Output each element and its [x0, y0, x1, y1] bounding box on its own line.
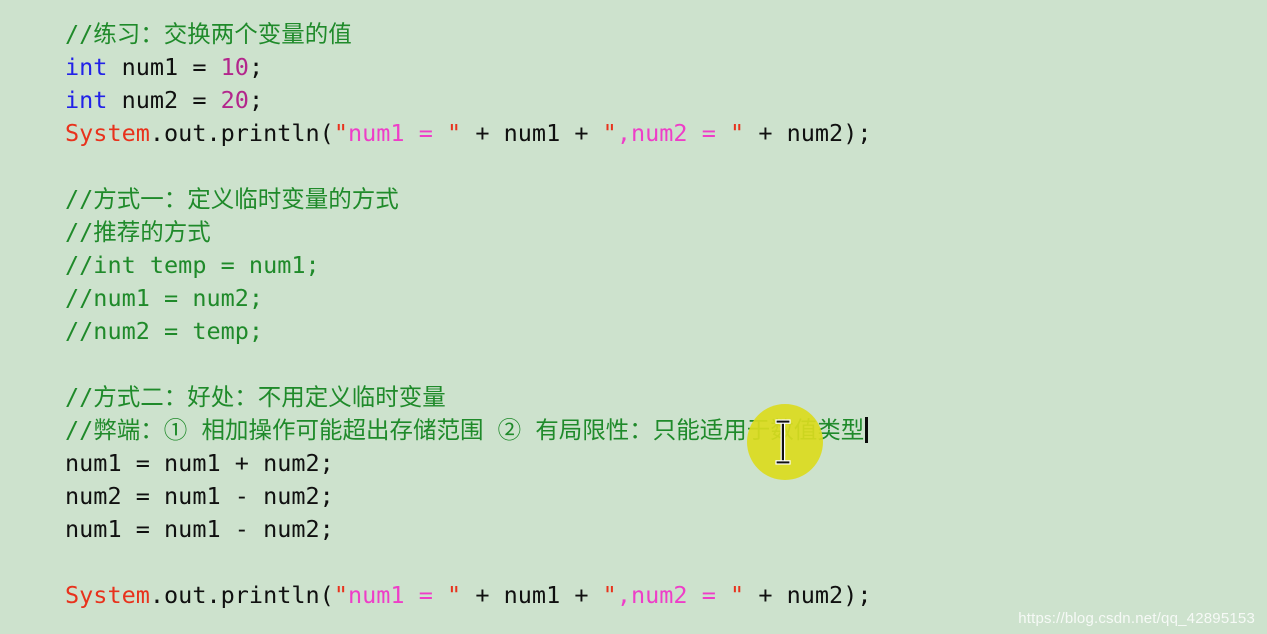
code-token-plain: + num2);	[744, 119, 872, 147]
code-token-quote: "	[333, 119, 348, 147]
code-token-plain: ;	[248, 86, 264, 114]
code-token-comment: //num2 = temp;	[65, 317, 264, 345]
code-token-quote: "	[333, 581, 348, 609]
code-token-keyword: int	[65, 53, 108, 81]
code-token-plain: num2 =	[107, 86, 221, 114]
code-line[interactable]: int num2 = 20;	[65, 84, 1267, 117]
code-token-number: 20	[220, 86, 249, 114]
code-token-comment: //方式二：好处：不用定义临时变量	[65, 383, 446, 411]
code-line[interactable]: //num1 = num2;	[65, 282, 1267, 315]
code-line[interactable]: //方式二：好处：不用定义临时变量	[65, 381, 1267, 414]
code-line[interactable]: //推荐的方式	[65, 216, 1267, 249]
code-token-quote: "	[602, 581, 617, 609]
code-editor-surface[interactable]: //练习：交换两个变量的值 int num1 = 10; int num2 = 20…	[0, 0, 1267, 634]
code-token-string: num1 =	[347, 119, 448, 147]
code-token-plain: + num1 +	[461, 119, 603, 147]
code-line-blank[interactable]	[65, 150, 1267, 183]
code-line[interactable]: num1 = num1 - num2;	[65, 513, 1267, 546]
code-line-blank[interactable]	[65, 348, 1267, 381]
code-token-quote: "	[602, 119, 617, 147]
code-line-list[interactable]: //练习：交换两个变量的值 int num1 = 10; int num2 = 20…	[65, 18, 1267, 612]
code-line[interactable]: //int temp = num1;	[65, 249, 1267, 282]
code-token-comment: //弊端：① 相加操作可能超出存储范围 ② 有局限性：只能适用于数值类型	[65, 416, 865, 444]
code-token-string: num1 =	[347, 581, 448, 609]
code-token-plain: num2 = num1 - num2;	[65, 482, 334, 510]
code-token-string: ,num2 =	[616, 581, 731, 609]
code-token-plain: num1 =	[107, 53, 221, 81]
code-token-comment: //int temp = num1;	[65, 251, 320, 279]
code-line[interactable]: System.out.println("num1 = " + num1 + ",…	[65, 579, 1267, 612]
csdn-blog-watermark: https://blog.csdn.net/qq_42895153	[1018, 610, 1255, 627]
code-line[interactable]: System.out.println("num1 = " + num1 + ",…	[65, 117, 1267, 150]
code-line[interactable]: int num1 = 10;	[65, 51, 1267, 84]
code-line[interactable]: //练习：交换两个变量的值	[65, 18, 1267, 51]
code-token-number: 10	[220, 53, 249, 81]
text-insertion-caret	[865, 417, 869, 443]
code-line-blank[interactable]	[65, 546, 1267, 579]
code-token-quote: "	[447, 119, 462, 147]
code-token-keyword: int	[65, 86, 108, 114]
code-token-comment: //方式一：定义临时变量的方式	[65, 185, 399, 213]
code-line[interactable]: //方式一：定义临时变量的方式	[65, 183, 1267, 216]
code-token-class: System	[65, 581, 150, 609]
code-line[interactable]: num2 = num1 - num2;	[65, 480, 1267, 513]
code-token-plain: + num1 +	[461, 581, 603, 609]
code-token-quote: "	[730, 581, 745, 609]
code-token-string: ,num2 =	[616, 119, 731, 147]
code-token-plain: .out.println(	[149, 119, 334, 147]
code-token-comment: //num1 = num2;	[65, 284, 264, 312]
code-line[interactable]: //弊端：① 相加操作可能超出存储范围 ② 有局限性：只能适用于数值类型	[65, 414, 1267, 447]
code-token-quote: "	[447, 581, 462, 609]
code-token-plain: num1 = num1 - num2;	[65, 515, 334, 543]
code-token-plain: + num2);	[744, 581, 872, 609]
code-token-plain: ;	[248, 53, 264, 81]
code-token-quote: "	[730, 119, 745, 147]
code-token-plain: num1 = num1 + num2;	[65, 449, 334, 477]
code-token-class: System	[65, 119, 150, 147]
code-line[interactable]: //num2 = temp;	[65, 315, 1267, 348]
code-token-comment: //推荐的方式	[65, 218, 211, 246]
code-line[interactable]: num1 = num1 + num2;	[65, 447, 1267, 480]
code-token-comment: //练习：交换两个变量的值	[65, 20, 352, 48]
code-token-plain: .out.println(	[149, 581, 334, 609]
